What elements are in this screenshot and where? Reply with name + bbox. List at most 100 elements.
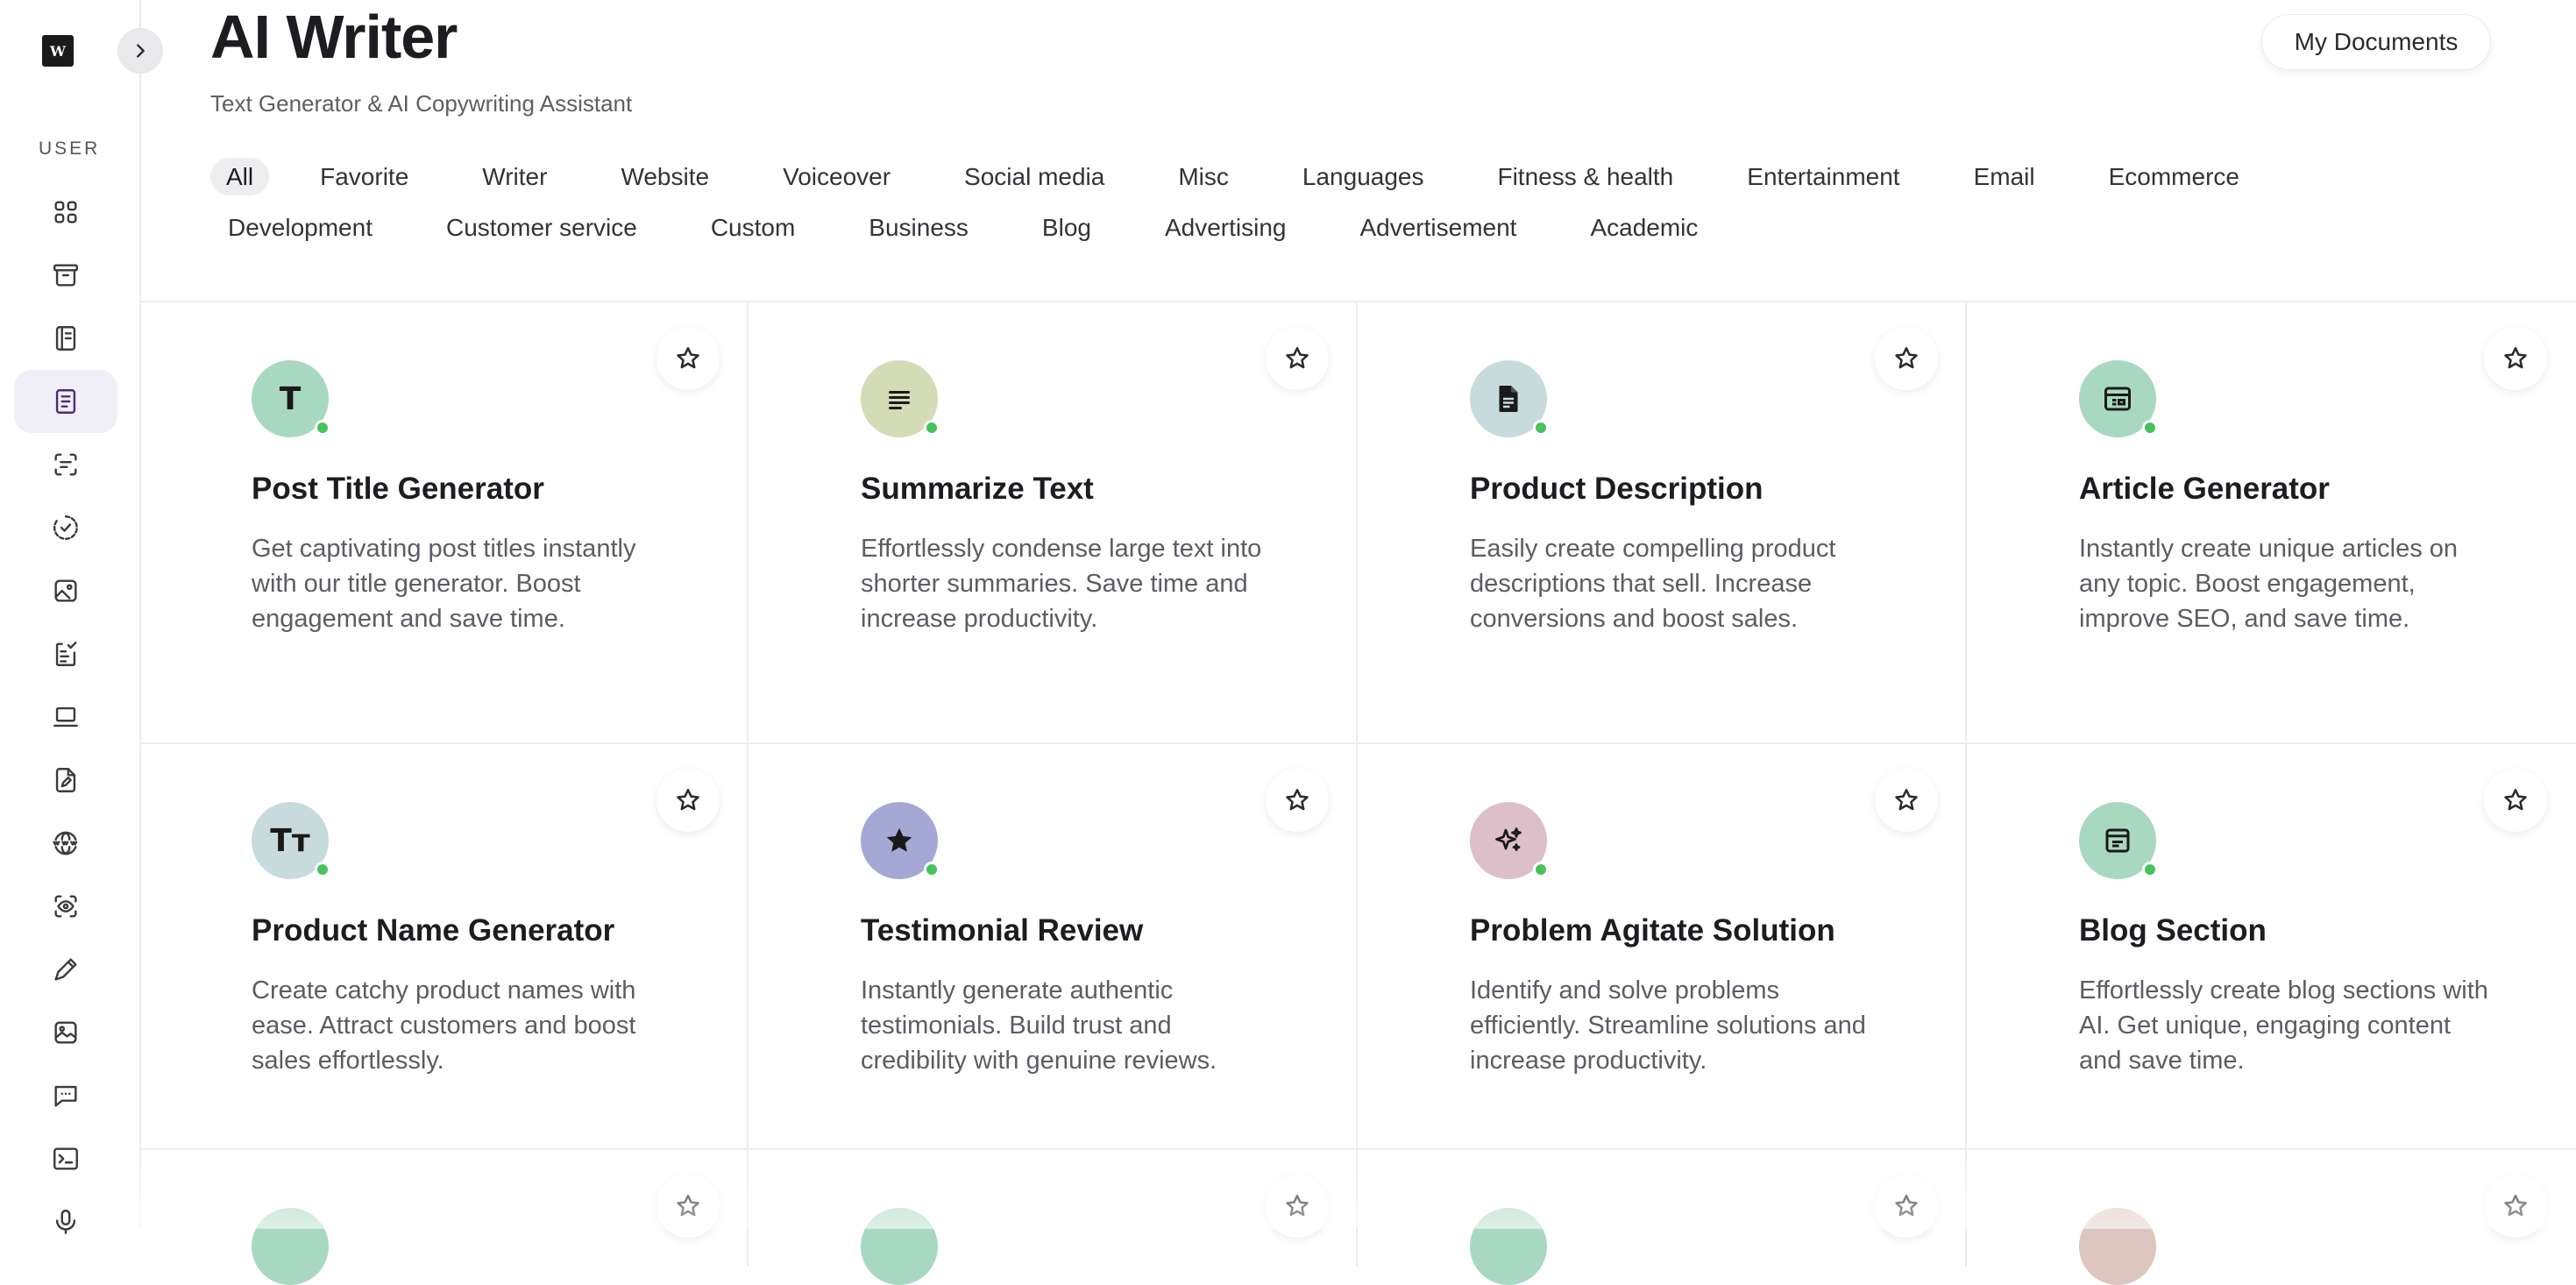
filter-chip[interactable]: Advertisement bbox=[1342, 209, 1534, 246]
nav-image-alt[interactable] bbox=[14, 1001, 117, 1064]
favorite-button[interactable] bbox=[1875, 769, 1938, 832]
tool-card[interactable]: Article Generator Instantly create unique… bbox=[1967, 302, 2575, 741]
card-title: Product Description bbox=[1470, 472, 1763, 506]
card-description: Effortlessly condense large text into sh… bbox=[861, 535, 1262, 633]
card-title: Blog Section bbox=[2079, 913, 2267, 948]
my-documents-button[interactable]: My Documents bbox=[2261, 14, 2491, 70]
book-icon bbox=[55, 326, 76, 351]
tool-card[interactable]: Product Description Easily create compell… bbox=[1358, 302, 1966, 741]
nav-scan-text[interactable] bbox=[14, 433, 117, 496]
nav-pen[interactable] bbox=[14, 938, 117, 1001]
sidebar-section-heading: USER bbox=[39, 138, 101, 159]
nav-ai-writer[interactable] bbox=[14, 370, 117, 433]
status-online-dot bbox=[1533, 862, 1549, 877]
pen-icon bbox=[54, 958, 77, 981]
nav-clipboard[interactable] bbox=[14, 622, 117, 685]
nav-chat[interactable] bbox=[14, 1064, 117, 1127]
nav-book[interactable] bbox=[14, 307, 117, 370]
tool-card[interactable]: Blog Section Effortlessly create blog sec… bbox=[1967, 744, 2575, 1182]
tool-card[interactable]: Summarize Text Effortlessly condense larg… bbox=[749, 302, 1357, 741]
card-description: Create catchy product names with ease. A… bbox=[252, 976, 636, 1075]
card-title: Post Title Generator bbox=[252, 472, 544, 506]
favorite-button[interactable] bbox=[1875, 1175, 1938, 1238]
favorite-button[interactable] bbox=[1266, 769, 1329, 832]
status-online-dot bbox=[315, 420, 330, 436]
nav-voice[interactable] bbox=[14, 1190, 117, 1253]
favorite-button[interactable] bbox=[2484, 1175, 2547, 1238]
browser-window-icon bbox=[2079, 802, 2158, 879]
tool-card[interactable] bbox=[1967, 1150, 2575, 1285]
microphone-icon bbox=[55, 1210, 76, 1234]
star-outline-icon bbox=[2504, 789, 2527, 811]
filter-chip[interactable]: Favorite bbox=[302, 158, 426, 195]
icon-letter: T bbox=[279, 380, 302, 417]
nav-check[interactable] bbox=[14, 496, 117, 559]
filter-chip[interactable]: Fitness & health bbox=[1480, 158, 1691, 195]
tool-card[interactable]: Problem Agitate Solution Identify and sol… bbox=[1358, 744, 1966, 1182]
tool-card[interactable]: T Post Title Generator Get captivating pos… bbox=[139, 302, 748, 741]
tool-card[interactable] bbox=[139, 1150, 748, 1285]
terminal-icon bbox=[53, 1147, 78, 1170]
nav-laptop[interactable] bbox=[14, 685, 117, 749]
nav-website[interactable] bbox=[14, 812, 117, 875]
star-outline-icon bbox=[2504, 1195, 2527, 1217]
favorite-button[interactable] bbox=[656, 327, 720, 390]
favorite-button[interactable] bbox=[2484, 327, 2547, 390]
nav-archive[interactable] bbox=[14, 244, 117, 307]
card-title: Summarize Text bbox=[861, 472, 1094, 506]
nav-dashboard[interactable] bbox=[14, 181, 117, 244]
card-description: Instantly create unique articles on any … bbox=[2079, 535, 2459, 633]
nav-image[interactable] bbox=[14, 559, 117, 622]
tool-card[interactable]: Tт Product Name Generator Create catchy pr… bbox=[139, 744, 748, 1182]
partial-icon bbox=[1470, 1208, 1547, 1285]
filter-chip[interactable]: Advertising bbox=[1147, 209, 1304, 246]
file-text-icon bbox=[1470, 360, 1549, 437]
favorite-button[interactable] bbox=[1266, 1175, 1329, 1238]
status-online-dot bbox=[924, 420, 940, 436]
nav-terminal[interactable] bbox=[14, 1127, 117, 1190]
star-outline-icon bbox=[1286, 789, 1309, 811]
chevron-right-icon bbox=[137, 44, 145, 58]
status-online-dot bbox=[1533, 420, 1549, 436]
filter-chip[interactable]: Entertainment bbox=[1729, 158, 1917, 195]
star-outline-icon bbox=[1895, 1195, 1918, 1217]
favorite-button[interactable] bbox=[656, 769, 720, 832]
filter-chip[interactable]: Email bbox=[1956, 158, 2053, 195]
filter-chip[interactable]: All bbox=[210, 158, 270, 195]
status-online-dot bbox=[315, 862, 330, 877]
filter-chip[interactable]: Business bbox=[851, 209, 986, 246]
favorite-button[interactable] bbox=[1875, 327, 1938, 390]
tool-card[interactable] bbox=[749, 1150, 1357, 1285]
card-description: Get captivating post titles instantly wi… bbox=[252, 535, 636, 633]
favorite-button[interactable] bbox=[656, 1175, 720, 1238]
letter-t-icon: T bbox=[252, 360, 330, 437]
sidebar-expand-button[interactable] bbox=[117, 28, 163, 74]
filter-chip[interactable]: Languages bbox=[1285, 158, 1442, 195]
nav-file-edit[interactable] bbox=[14, 749, 117, 812]
app-logo[interactable]: W bbox=[42, 35, 74, 67]
filter-chip[interactable]: Writer bbox=[465, 158, 564, 195]
star-outline-icon bbox=[2504, 347, 2527, 369]
status-online-dot bbox=[2142, 420, 2158, 436]
filter-chip[interactable]: Development bbox=[210, 209, 390, 246]
filter-chip[interactable]: Website bbox=[603, 158, 727, 195]
filter-chip[interactable]: Blog bbox=[1025, 209, 1109, 246]
tool-card[interactable] bbox=[1358, 1150, 1966, 1285]
filter-chip[interactable]: Misc bbox=[1160, 158, 1246, 195]
favorite-button[interactable] bbox=[1266, 327, 1329, 390]
nav-vision[interactable] bbox=[14, 875, 117, 938]
archive-icon bbox=[53, 264, 78, 287]
partial-icon bbox=[252, 1208, 329, 1285]
favorite-button[interactable] bbox=[2484, 769, 2547, 832]
filter-chip[interactable]: Social media bbox=[947, 158, 1122, 195]
card-description: Easily create compelling product descrip… bbox=[1470, 535, 1836, 633]
filter-chip[interactable]: Customer service bbox=[429, 209, 655, 246]
card-description: Instantly generate authentic testimonial… bbox=[861, 976, 1217, 1075]
icon-letter: Tт bbox=[270, 822, 310, 859]
filter-chip[interactable]: Ecommerce bbox=[2091, 158, 2257, 195]
filter-chip[interactable]: Academic bbox=[1572, 209, 1715, 246]
filter-chip[interactable]: Voiceover bbox=[765, 158, 908, 195]
www-globe-icon bbox=[53, 831, 78, 855]
tool-card[interactable]: Testimonial Review Instantly generate aut… bbox=[749, 744, 1357, 1182]
filter-chip[interactable]: Custom bbox=[693, 209, 813, 246]
